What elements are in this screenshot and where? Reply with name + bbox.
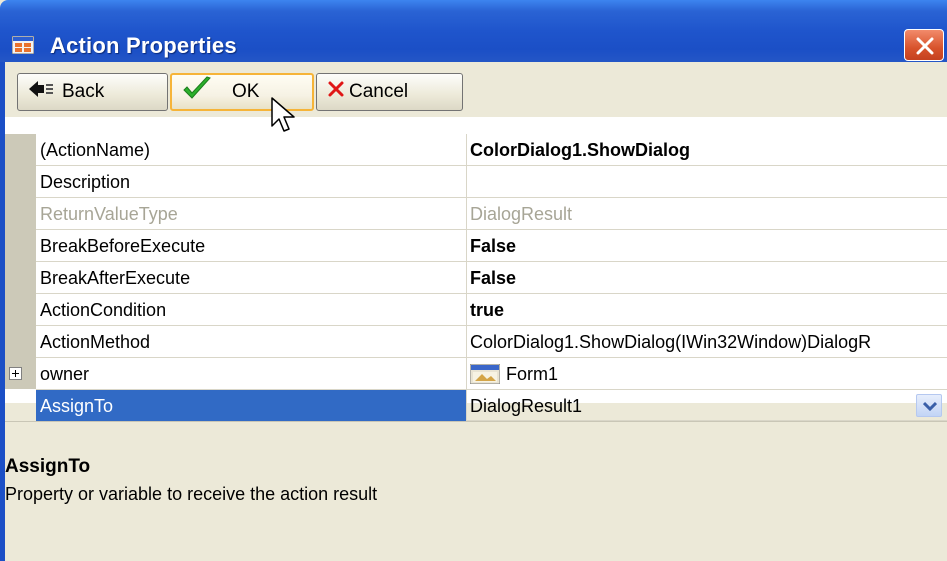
property-name: owner <box>40 364 90 384</box>
property-name: BreakBeforeExecute <box>40 236 206 256</box>
help-title: AssignTo <box>5 456 91 477</box>
property-value: DialogResult <box>470 204 573 224</box>
column-divider <box>466 230 467 261</box>
property-row-assign-to[interactable]: AssignTo DialogResult1 <box>36 390 947 421</box>
property-value[interactable]: true <box>470 300 504 321</box>
back-arrow-icon <box>28 80 54 104</box>
property-row-owner[interactable]: owner Form1 <box>9 358 947 390</box>
property-row-break-before-execute[interactable]: BreakBeforeExecute False <box>36 230 947 262</box>
property-value[interactable]: ColorDialog1.ShowDialog <box>470 140 690 161</box>
property-row-action-name[interactable]: (ActionName) ColorDialog1.ShowDialog <box>36 134 947 166</box>
chevron-down-icon <box>923 401 937 411</box>
close-icon <box>916 37 934 55</box>
help-pane: AssignTo Property or variable to receive… <box>5 437 947 561</box>
help-splitter[interactable] <box>5 421 947 431</box>
property-value[interactable]: Form1 <box>506 364 558 385</box>
column-divider <box>466 390 467 421</box>
expand-plus-icon[interactable] <box>9 367 22 380</box>
close-button[interactable] <box>904 29 944 61</box>
property-row-description[interactable]: Description <box>36 166 947 198</box>
title-bar[interactable]: Action Properties <box>0 0 947 62</box>
property-name: Description <box>40 172 131 192</box>
back-button-label: Back <box>62 81 105 102</box>
column-divider <box>466 262 467 293</box>
property-row-action-condition[interactable]: ActionCondition true <box>36 294 947 326</box>
column-divider <box>466 198 467 229</box>
property-row-action-method[interactable]: ActionMethod ColorDialog1.ShowDialog(IWi… <box>36 326 947 358</box>
column-divider <box>466 358 467 389</box>
cancel-x-icon <box>327 80 345 104</box>
property-name: ReturnValueType <box>40 204 178 224</box>
property-name: ActionMethod <box>40 332 151 352</box>
back-button[interactable]: Back <box>17 73 168 111</box>
property-name: (ActionName) <box>40 140 151 160</box>
dropdown-button[interactable] <box>916 394 942 417</box>
mouse-pointer-icon <box>270 96 302 139</box>
property-value[interactable]: False <box>470 268 516 289</box>
property-row-return-value-type[interactable]: ReturnValueType DialogResult <box>36 198 947 230</box>
help-description: Property or variable to receive the acti… <box>5 484 378 504</box>
property-value[interactable]: ColorDialog1.ShowDialog(IWin32Window)Dia… <box>470 332 871 353</box>
column-divider <box>466 294 467 325</box>
cancel-button[interactable]: Cancel <box>316 73 463 111</box>
toolbar: Back OK Cancel <box>5 62 947 117</box>
window-title: Action Properties <box>50 33 237 58</box>
column-divider <box>466 326 467 357</box>
property-grid-gutter <box>5 134 36 389</box>
checkmark-icon <box>182 76 212 108</box>
property-name: AssignTo <box>40 396 114 416</box>
window-app-icon <box>11 35 35 55</box>
cancel-button-label: Cancel <box>349 81 409 102</box>
column-divider <box>466 134 467 165</box>
property-name: BreakAfterExecute <box>40 268 191 288</box>
action-properties-window: Action Properties Back OK Cancel (Action… <box>0 0 947 561</box>
property-value[interactable]: False <box>470 236 516 257</box>
column-divider <box>466 166 467 197</box>
property-name: ActionCondition <box>40 300 167 320</box>
form-icon <box>469 363 501 389</box>
property-value[interactable]: DialogResult1 <box>470 396 582 417</box>
property-row-break-after-execute[interactable]: BreakAfterExecute False <box>36 262 947 294</box>
ok-button-label: OK <box>232 81 260 102</box>
